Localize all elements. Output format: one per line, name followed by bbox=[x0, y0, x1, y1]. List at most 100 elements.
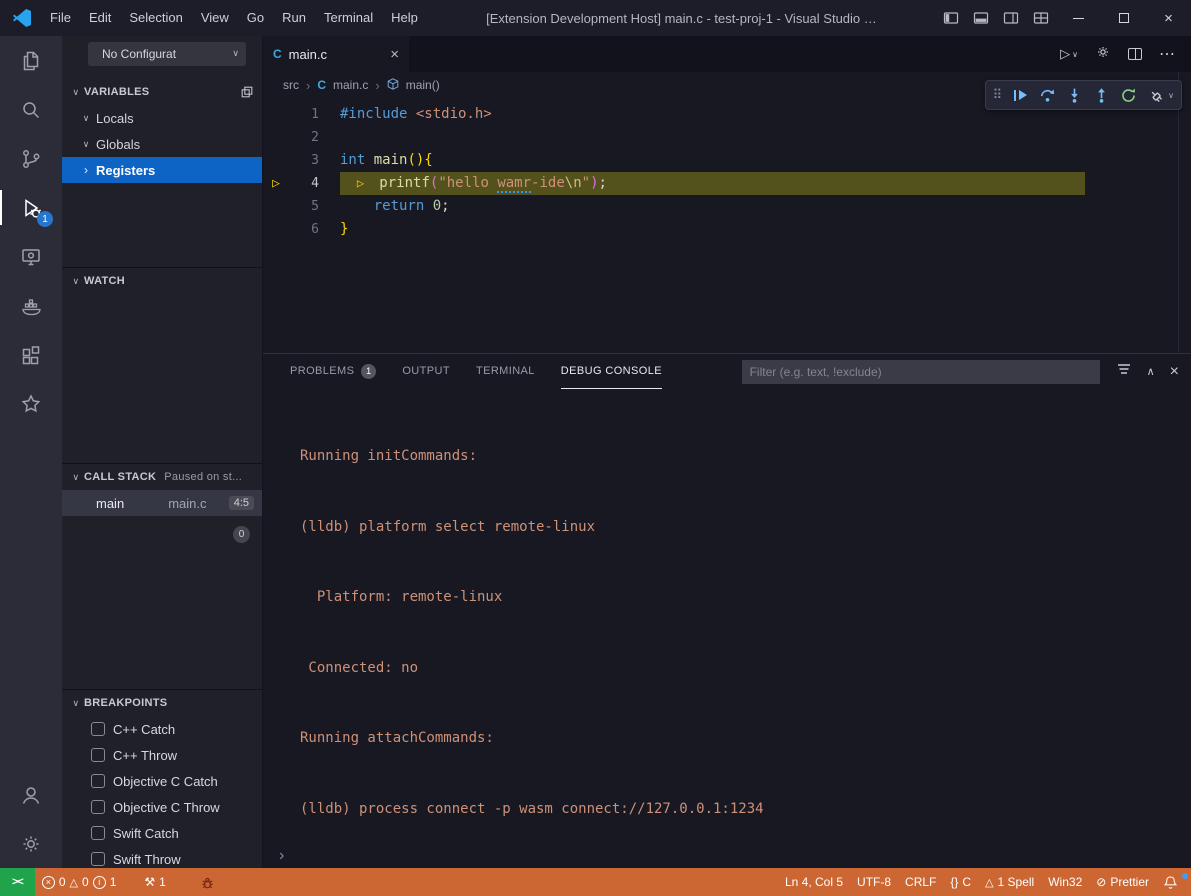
close-panel-icon[interactable]: × bbox=[1170, 363, 1179, 381]
menu-go[interactable]: Go bbox=[238, 0, 273, 36]
restart-button[interactable] bbox=[1116, 83, 1140, 107]
callstack-header[interactable]: ∨ CALL STACK Paused on st... bbox=[62, 464, 262, 490]
menu-terminal[interactable]: Terminal bbox=[315, 0, 382, 36]
formatter-status[interactable]: ⊘ Prettier bbox=[1089, 875, 1156, 889]
settings-gear-icon[interactable] bbox=[1095, 44, 1111, 65]
language-mode[interactable]: {} C bbox=[943, 875, 978, 889]
chevron-down-icon[interactable]: ∨ bbox=[1168, 91, 1174, 100]
activity-favorites[interactable] bbox=[0, 379, 62, 428]
breakpoint-cpp-throw[interactable]: C++ Throw bbox=[62, 742, 262, 768]
tab-problems[interactable]: PROBLEMS 1 bbox=[290, 355, 376, 389]
breakpoint-gutter[interactable] bbox=[263, 126, 289, 149]
activity-remote-explorer[interactable] bbox=[0, 232, 62, 281]
chevron-down-icon: ∨ bbox=[232, 48, 239, 59]
step-into-button[interactable] bbox=[1062, 83, 1086, 107]
toggle-panel-icon[interactable] bbox=[966, 0, 996, 36]
tab-debug-console[interactable]: DEBUG CONSOLE bbox=[561, 355, 662, 389]
warning-icon: △ bbox=[70, 876, 78, 889]
tasks-status[interactable]: ⚒ 1 bbox=[137, 868, 172, 896]
disconnect-button[interactable] bbox=[1143, 83, 1167, 107]
activity-source-control[interactable] bbox=[0, 134, 62, 183]
customize-layout-icon[interactable] bbox=[1026, 0, 1056, 36]
disconnect-icon bbox=[1147, 87, 1164, 104]
tree-item-globals[interactable]: ∨ Globals bbox=[62, 131, 262, 157]
maximize-button[interactable] bbox=[1101, 0, 1146, 36]
vscode-logo-icon bbox=[13, 9, 31, 27]
breakpoint-cpp-catch[interactable]: C++ Catch bbox=[62, 716, 262, 742]
breadcrumb-file[interactable]: main.c bbox=[333, 78, 368, 92]
split-editor-icon[interactable] bbox=[1128, 48, 1142, 60]
tab-main-c[interactable]: C main.c × bbox=[263, 36, 409, 72]
checkbox[interactable] bbox=[91, 826, 105, 840]
variables-panel-icon[interactable] bbox=[240, 85, 254, 99]
checkbox[interactable] bbox=[91, 774, 105, 788]
breakpoint-objc-throw[interactable]: Objective C Throw bbox=[62, 794, 262, 820]
remote-indicator[interactable]: >< bbox=[0, 868, 35, 896]
menu-selection[interactable]: Selection bbox=[120, 0, 191, 36]
checkbox[interactable] bbox=[91, 852, 105, 866]
activity-extensions[interactable] bbox=[0, 330, 62, 379]
console-filter-input[interactable] bbox=[742, 360, 1100, 384]
activity-run-debug[interactable]: 1 bbox=[0, 183, 62, 232]
breakpoints-header[interactable]: ∨ BREAKPOINTS bbox=[62, 690, 262, 716]
activity-settings[interactable] bbox=[0, 819, 62, 868]
watch-header[interactable]: ∨ WATCH bbox=[62, 268, 262, 294]
debug-status[interactable] bbox=[193, 868, 222, 896]
tab-output[interactable]: OUTPUT bbox=[402, 355, 450, 389]
checkbox[interactable] bbox=[91, 800, 105, 814]
stack-frame-row[interactable]: main main.c 4:5 bbox=[62, 490, 262, 516]
menu-view[interactable]: View bbox=[192, 0, 238, 36]
step-out-button[interactable] bbox=[1089, 83, 1113, 107]
breadcrumb-folder[interactable]: src bbox=[283, 78, 299, 92]
breadcrumb-symbol[interactable]: main() bbox=[406, 78, 440, 92]
spell-checker[interactable]: △ 1 Spell bbox=[978, 875, 1041, 889]
tab-close-icon[interactable]: × bbox=[390, 46, 399, 63]
variables-header[interactable]: ∨ VARIABLES bbox=[62, 79, 262, 105]
close-button[interactable]: × bbox=[1146, 0, 1191, 36]
minimize-button[interactable] bbox=[1056, 0, 1101, 36]
breakpoint-swift-throw[interactable]: Swift Throw bbox=[62, 846, 262, 868]
filter-lines-icon[interactable] bbox=[1116, 361, 1132, 382]
toggle-sidebar-icon[interactable] bbox=[936, 0, 966, 36]
debug-config-dropdown[interactable]: No Configurat ∨ bbox=[88, 42, 246, 66]
activity-search[interactable] bbox=[0, 85, 62, 134]
tab-terminal[interactable]: TERMINAL bbox=[476, 355, 535, 389]
encoding[interactable]: UTF-8 bbox=[850, 875, 898, 889]
continue-button[interactable] bbox=[1008, 83, 1032, 107]
breakpoint-gutter[interactable] bbox=[263, 218, 289, 241]
tree-item-registers[interactable]: › Registers bbox=[62, 157, 262, 183]
chevron-right-icon: › bbox=[78, 163, 94, 177]
console-input[interactable]: › bbox=[279, 847, 284, 865]
checkbox[interactable] bbox=[91, 722, 105, 736]
debug-current-line-arrow-icon[interactable]: ▷ bbox=[263, 172, 289, 195]
breakpoint-objc-catch[interactable]: Objective C Catch bbox=[62, 768, 262, 794]
run-file-button[interactable]: ▷ ∨ bbox=[1060, 46, 1078, 62]
breakpoint-gutter[interactable] bbox=[263, 149, 289, 172]
platform-target[interactable]: Win32 bbox=[1041, 875, 1089, 889]
menu-run[interactable]: Run bbox=[273, 0, 315, 36]
menu-file[interactable]: File bbox=[41, 0, 80, 36]
eol-sequence[interactable]: CRLF bbox=[898, 875, 943, 889]
activity-accounts[interactable] bbox=[0, 770, 62, 819]
maximize-panel-icon[interactable]: ∧ bbox=[1147, 365, 1155, 378]
menu-edit[interactable]: Edit bbox=[80, 0, 120, 36]
cursor-position[interactable]: Ln 4, Col 5 bbox=[778, 875, 850, 889]
notifications[interactable] bbox=[1156, 875, 1185, 890]
tree-item-locals[interactable]: ∨ Locals bbox=[62, 105, 262, 131]
more-actions-icon[interactable]: ⋯ bbox=[1159, 44, 1176, 64]
toggle-secondary-sidebar-icon[interactable] bbox=[996, 0, 1026, 36]
activity-explorer[interactable] bbox=[0, 36, 62, 85]
activity-docker[interactable] bbox=[0, 281, 62, 330]
tree-item-label: Registers bbox=[96, 163, 155, 178]
checkbox[interactable] bbox=[91, 748, 105, 762]
editor-scrollbar[interactable] bbox=[1178, 72, 1191, 353]
problems-status[interactable]: × 0 △ 0 i 1 bbox=[35, 868, 124, 896]
menu-help[interactable]: Help bbox=[382, 0, 427, 36]
warning-icon: △ bbox=[985, 876, 993, 889]
step-over-button[interactable] bbox=[1035, 83, 1059, 107]
breakpoint-swift-catch[interactable]: Swift Catch bbox=[62, 820, 262, 846]
code-editor[interactable]: 1 #include <stdio.h> 2 3 int main(){ bbox=[263, 98, 1191, 353]
breakpoint-gutter[interactable] bbox=[263, 195, 289, 218]
drag-grip-icon[interactable]: ⠿ bbox=[993, 87, 1003, 103]
breakpoint-gutter[interactable] bbox=[263, 103, 289, 126]
